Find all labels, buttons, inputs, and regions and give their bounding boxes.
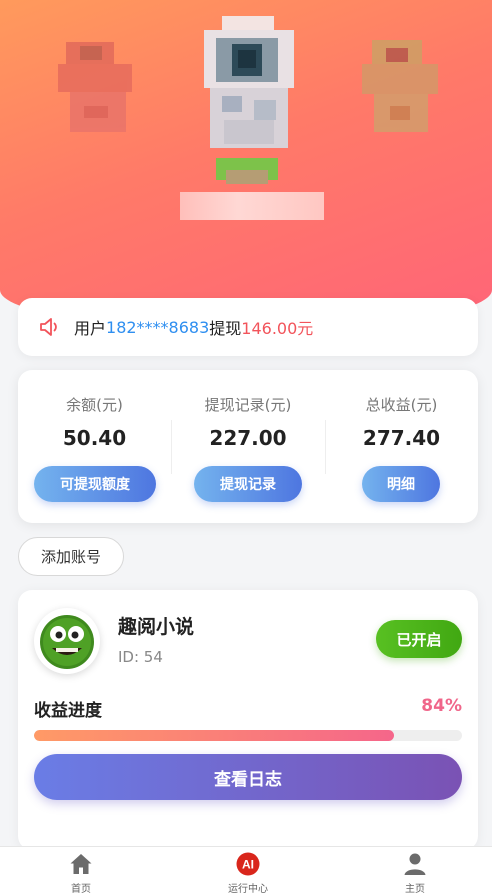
tab-label: 主页 [405, 884, 425, 894]
speaker-icon [40, 318, 57, 336]
stat-label: 余额(元) [66, 396, 123, 414]
user-icon [404, 853, 426, 875]
app-name: 趣阅小说 [118, 616, 195, 638]
progress-bar-fill [34, 730, 394, 741]
tab-home[interactable]: 首页 [21, 847, 141, 894]
stat-withdraw-records: 提现记录(元) 227.00 提现记录 [171, 370, 325, 523]
progress-percent: 84% [421, 696, 462, 716]
notice-prefix: 用户 [74, 319, 107, 338]
tab-run-center[interactable]: AI 运行中心 [188, 847, 308, 894]
stat-value: 277.40 [362, 426, 441, 450]
stat-total-earnings: 总收益(元) 277.40 明细 [325, 370, 478, 523]
view-log-button[interactable]: 查看日志 [34, 754, 462, 800]
stats-card: 余额(元) 50.40 可提现额度 提现记录(元) 227.00 提现记录 总收… [18, 370, 478, 523]
app-avatar [34, 608, 100, 674]
withdraw-records-button[interactable]: 提现记录 [194, 466, 302, 502]
tab-label: 首页 [71, 884, 91, 894]
withdrawable-amount-button[interactable]: 可提现额度 [34, 466, 156, 502]
app-id: ID: 54 [118, 648, 163, 666]
tab-profile[interactable]: 主页 [355, 847, 475, 894]
app-card: 趣阅小说 ID: 54 已开启 收益进度 84% 查看日志 [18, 590, 478, 850]
notice-amount: 146.00元 [241, 319, 314, 338]
stat-value: 227.00 [209, 426, 287, 450]
home-icon [70, 854, 92, 874]
app-status-toggle[interactable]: 已开启 [376, 620, 462, 658]
stat-balance: 余额(元) 50.40 可提现额度 [18, 370, 171, 523]
ai-icon: AI [236, 852, 260, 876]
ai-icon-text: AI [242, 858, 254, 872]
notice-phone: 182****8683 [106, 317, 210, 337]
tab-label: 运行中心 [228, 884, 268, 894]
stat-label: 总收益(元) [365, 396, 438, 414]
details-button[interactable]: 明细 [362, 466, 440, 502]
stat-value: 50.40 [62, 426, 127, 450]
hero-banner [0, 0, 492, 330]
notice-action: 提现 [209, 319, 242, 338]
hero-illustration [58, 16, 438, 184]
hero-blurred-text [180, 192, 324, 220]
withdraw-notice-bar: 用户 182****8683 提现 146.00元 [18, 298, 478, 356]
progress-bar [34, 730, 462, 741]
bottom-tab-bar: 首页 AI 运行中心 主页 [0, 846, 492, 894]
add-account-button[interactable]: 添加账号 [18, 537, 124, 576]
monster-avatar-icon [40, 615, 94, 669]
stat-label: 提现记录(元) [204, 396, 292, 414]
progress-label: 收益进度 [34, 701, 102, 721]
